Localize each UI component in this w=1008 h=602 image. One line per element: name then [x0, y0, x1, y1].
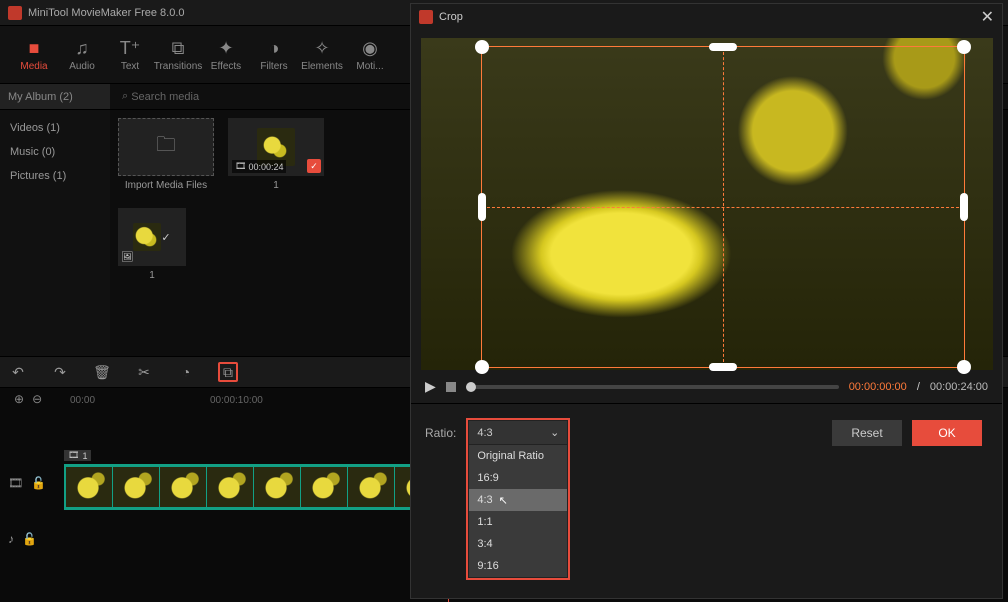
media-panel: 🗀 Import Media Files 🎞00:00:24 ✓ 1 🖼 ✓ 1 [110, 110, 410, 356]
app-logo-icon [419, 10, 433, 24]
app-logo-icon [8, 6, 22, 20]
stop-button[interactable] [446, 382, 456, 392]
search-media[interactable]: ⌕ Search media [122, 90, 199, 103]
audio-track-icon: ♪ [8, 532, 14, 546]
tab-transitions[interactable]: ⧉ Transitions [154, 26, 202, 83]
checked-badge-icon: ✓ [307, 159, 321, 173]
crop-dialog: Crop ✕ ▶ 00:00:00:00 / 00:00:24:00 [410, 3, 1003, 599]
close-button[interactable]: ✕ [981, 7, 994, 27]
undo-button[interactable]: ↶ [8, 362, 28, 382]
time-separator: / [917, 381, 920, 393]
folder-icon: ■ [29, 37, 40, 59]
sidebar-item-music[interactable]: Music (0) [0, 140, 110, 164]
ratio-option-9-16[interactable]: 9:16 [469, 555, 567, 577]
ratio-row: Ratio: 4:3 ⌄ Original Ratio 16:9 4:3↖ 1:… [411, 404, 1002, 454]
delete-button[interactable]: 🗑 [92, 362, 112, 382]
ratio-option-1-1[interactable]: 1:1 [469, 511, 567, 533]
ratio-dropdown-menu[interactable]: 4:3 ⌄ Original Ratio 16:9 4:3↖ 1:1 3:4 9… [468, 420, 568, 578]
folder-icon: 🗀 [156, 130, 176, 164]
motion-icon: ◉ [362, 37, 378, 59]
film-icon: 🎞 [235, 161, 246, 172]
app-title: MiniTool MovieMaker Free 8.0.0 [28, 7, 185, 19]
music-note-icon: ♫ [75, 37, 89, 59]
crop-handle-right[interactable] [960, 193, 968, 221]
crop-handle-tl[interactable] [475, 40, 489, 54]
effects-icon: ✦ [218, 37, 233, 59]
image-icon: 🖼 [121, 252, 134, 263]
checked-badge-icon: ✓ [161, 231, 170, 244]
ratio-label: Ratio: [425, 420, 456, 440]
tab-filters[interactable]: ◑ Filters [250, 26, 298, 83]
tab-text[interactable]: T⁺ Text [106, 26, 154, 83]
crop-handle-bl[interactable] [475, 360, 489, 374]
filters-icon: ◑ [269, 37, 280, 59]
crop-gridline-v [723, 47, 724, 367]
ratio-option-3-4[interactable]: 3:4 [469, 533, 567, 555]
tab-elements[interactable]: ✧ Elements [298, 26, 346, 83]
lock-icon[interactable]: 🔓 [22, 532, 37, 546]
tab-effects[interactable]: ✦ Effects [202, 26, 250, 83]
image-thumbnail [133, 223, 161, 251]
ok-button[interactable]: OK [912, 420, 982, 446]
split-button[interactable]: ✂ [134, 362, 154, 382]
crop-handle-br[interactable] [957, 360, 971, 374]
play-button[interactable]: ▶ [425, 378, 436, 395]
sidebar-item-pictures[interactable]: Pictures (1) [0, 164, 110, 188]
search-icon: ⌕ [122, 90, 131, 103]
album-tab[interactable]: My Album (2) [0, 84, 110, 109]
dialog-title: Crop [439, 11, 463, 23]
redo-button[interactable]: ↷ [50, 362, 70, 382]
tab-media[interactable]: ■ Media [10, 26, 58, 83]
crop-preview[interactable] [421, 38, 993, 370]
clip-duration-badge: 🎞00:00:24 [232, 160, 286, 173]
elements-icon: ✧ [314, 37, 329, 59]
crop-handle-top[interactable] [709, 43, 737, 51]
crop-handle-tr[interactable] [957, 40, 971, 54]
seek-knob[interactable] [466, 382, 476, 392]
media-image-1[interactable]: 🖼 ✓ 1 [118, 208, 186, 284]
media-clip-1[interactable]: 🎞00:00:24 ✓ 1 [228, 118, 324, 194]
tab-motion[interactable]: ◉ Moti... [346, 26, 394, 83]
tab-audio[interactable]: ♫ Audio [58, 26, 106, 83]
chevron-down-icon: ⌄ [550, 426, 559, 439]
ratio-selected-row[interactable]: 4:3 ⌄ [469, 421, 567, 445]
album-sidebar: Videos (1) Music (0) Pictures (1) [0, 110, 110, 356]
ratio-option-16-9[interactable]: 16:9 [469, 467, 567, 489]
crop-handle-left[interactable] [478, 193, 486, 221]
speed-button[interactable]: ◔ [176, 362, 196, 382]
crop-region[interactable] [481, 46, 965, 368]
time-current: 00:00:00:00 [849, 381, 907, 393]
time-total: 00:00:24:00 [930, 381, 988, 393]
crop-handle-bottom[interactable] [709, 363, 737, 371]
video-track-header: 🎞 🔓 [8, 476, 46, 490]
reset-button[interactable]: Reset [832, 420, 902, 446]
dialog-title-bar: Crop ✕ [411, 4, 1002, 30]
ratio-option-4-3[interactable]: 4:3↖ [469, 489, 567, 511]
text-icon: T⁺ [120, 37, 141, 59]
transitions-icon: ⧉ [172, 37, 185, 59]
video-track-icon: 🎞 [8, 476, 23, 490]
ratio-option-original[interactable]: Original Ratio [469, 445, 567, 467]
audio-track-header: ♪ 🔓 [8, 532, 37, 546]
lock-icon[interactable]: 🔓 [31, 476, 46, 490]
sidebar-item-videos[interactable]: Videos (1) [0, 116, 110, 140]
cursor-icon: ↖ [499, 494, 508, 507]
crop-button[interactable]: ⧉ [218, 362, 238, 382]
seek-bar[interactable] [466, 385, 839, 389]
import-media-tile[interactable]: 🗀 Import Media Files [118, 118, 214, 194]
playback-row: ▶ 00:00:00:00 / 00:00:24:00 [411, 370, 1002, 403]
